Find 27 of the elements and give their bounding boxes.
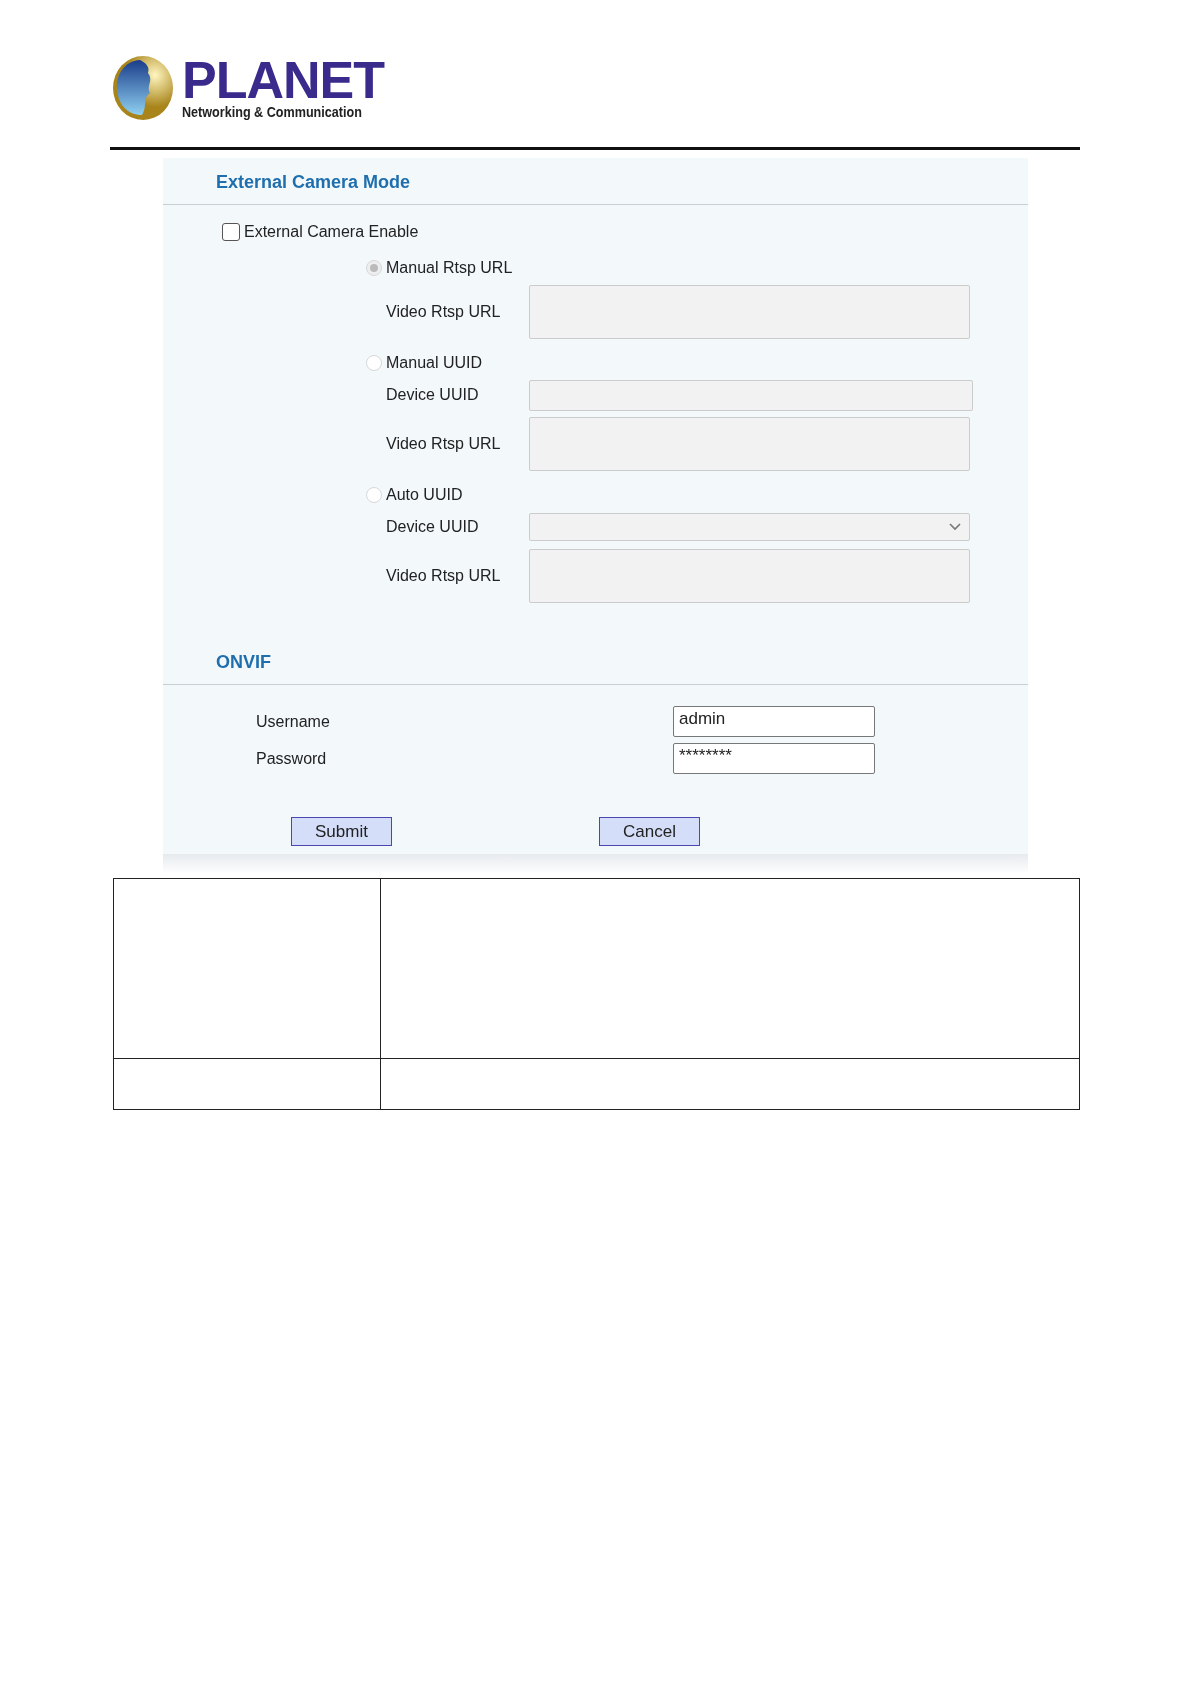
globe-logo-icon [112,55,174,121]
input-field[interactable]: admin [673,706,875,737]
section-title: ONVIF [215,651,272,674]
logo-wordmark: PLANET [182,56,384,104]
radio-label: Auto UUID [386,486,463,504]
input-field[interactable] [529,379,973,411]
field-label: Video Rtsp URL [386,435,502,453]
checkbox-label: External Camera Enable [244,223,419,241]
chevron-down-icon [949,523,961,531]
dropdown[interactable] [529,513,970,541]
field-label: Video Rtsp URL [386,567,502,585]
field-label: Password [256,749,328,768]
field-label: Device UUID [386,518,480,536]
field-label: Video Rtsp URL [386,303,502,321]
radio-label: Manual Rtsp URL [386,259,513,277]
text-area[interactable] [529,285,970,339]
input-field[interactable]: ******** [673,743,875,774]
section-title: External Camera Mode [215,171,412,194]
field-label: Device UUID [386,386,480,404]
text-area[interactable] [529,549,970,603]
form-button[interactable]: Submit [291,817,392,846]
field-label: Username [256,712,331,731]
text-area[interactable] [529,417,970,471]
form-button[interactable]: Cancel [599,817,700,846]
radio-label: Manual UUID [386,354,483,372]
checkbox[interactable] [222,223,240,241]
logo-tagline: Networking & Communication [182,104,363,120]
